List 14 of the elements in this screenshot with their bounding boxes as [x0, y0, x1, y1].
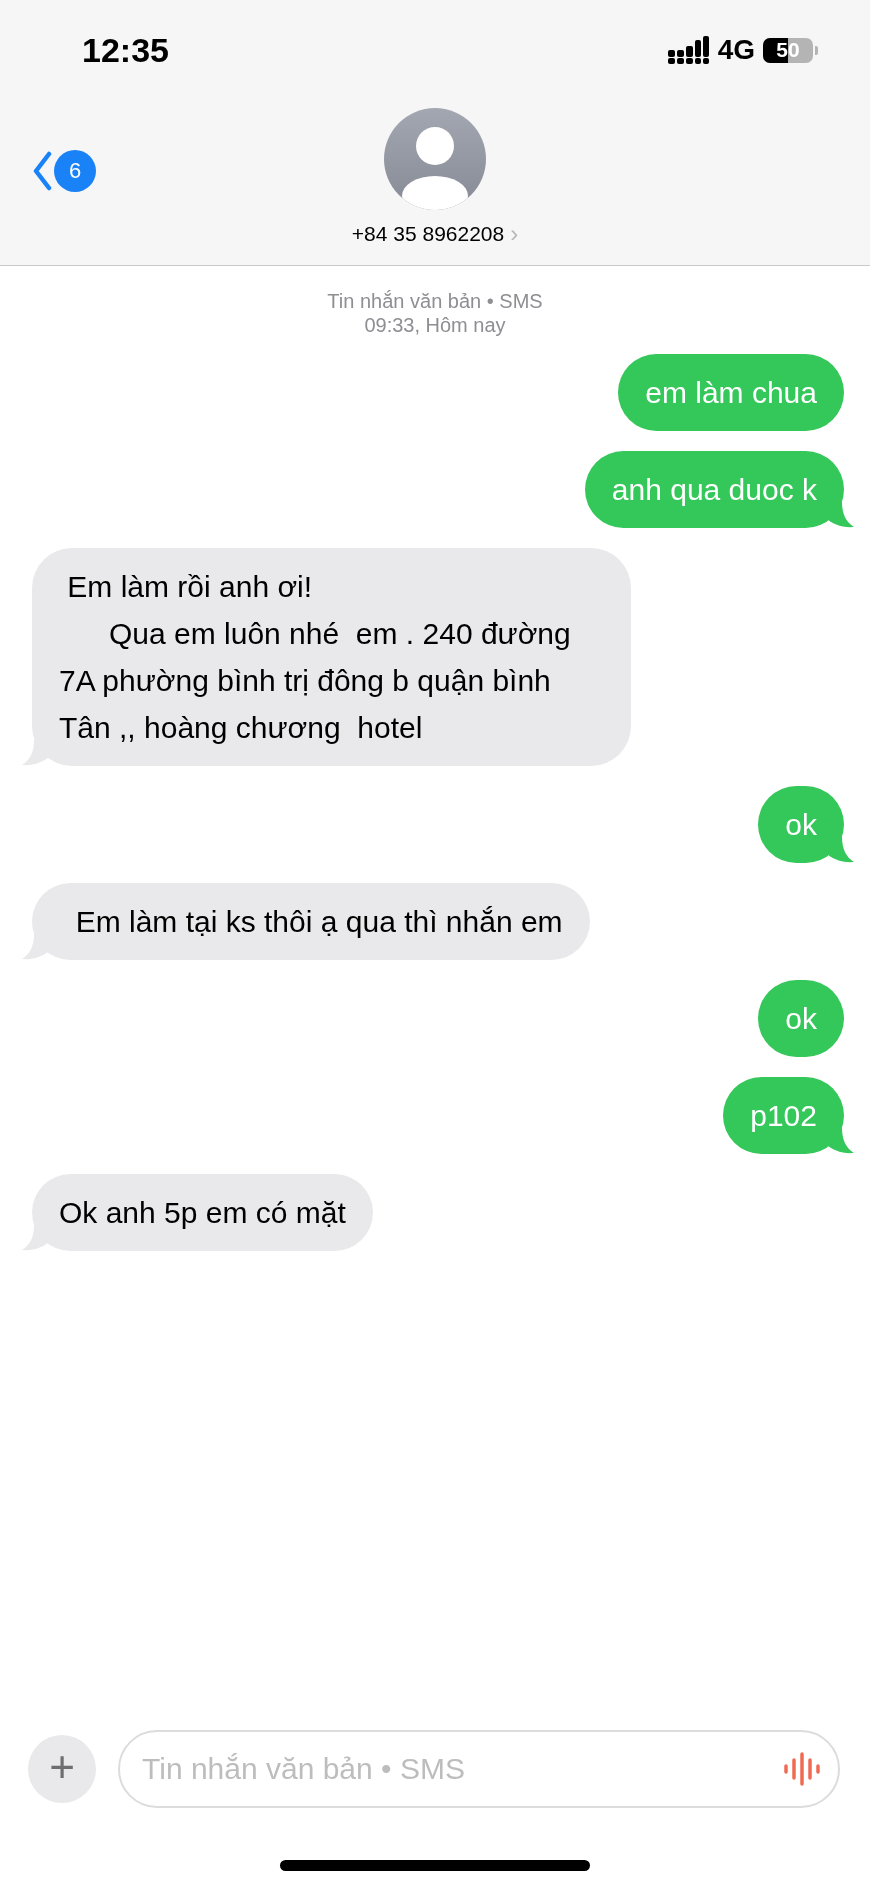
timestamp-label: 09:33, Hôm nay	[364, 313, 506, 337]
back-chevron-icon	[32, 151, 52, 191]
back-button[interactable]: 6	[32, 150, 96, 192]
unread-count-badge: 6	[54, 150, 96, 192]
battery-icon: 50	[763, 37, 813, 63]
contact-avatar-icon[interactable]	[384, 108, 486, 210]
signal-icon	[667, 36, 710, 64]
message-input-field[interactable]: Tin nhắn văn bản • SMS	[118, 1730, 840, 1808]
network-label: 4G	[717, 34, 755, 66]
clock-time: 12:35	[82, 30, 169, 70]
voice-waveform-icon[interactable]	[784, 1752, 820, 1786]
contact-name-button[interactable]: +84 35 8962208 ›	[351, 220, 519, 248]
add-button[interactable]: +	[28, 1735, 96, 1803]
service-label: Tin nhắn văn bản • SMS	[327, 289, 543, 313]
